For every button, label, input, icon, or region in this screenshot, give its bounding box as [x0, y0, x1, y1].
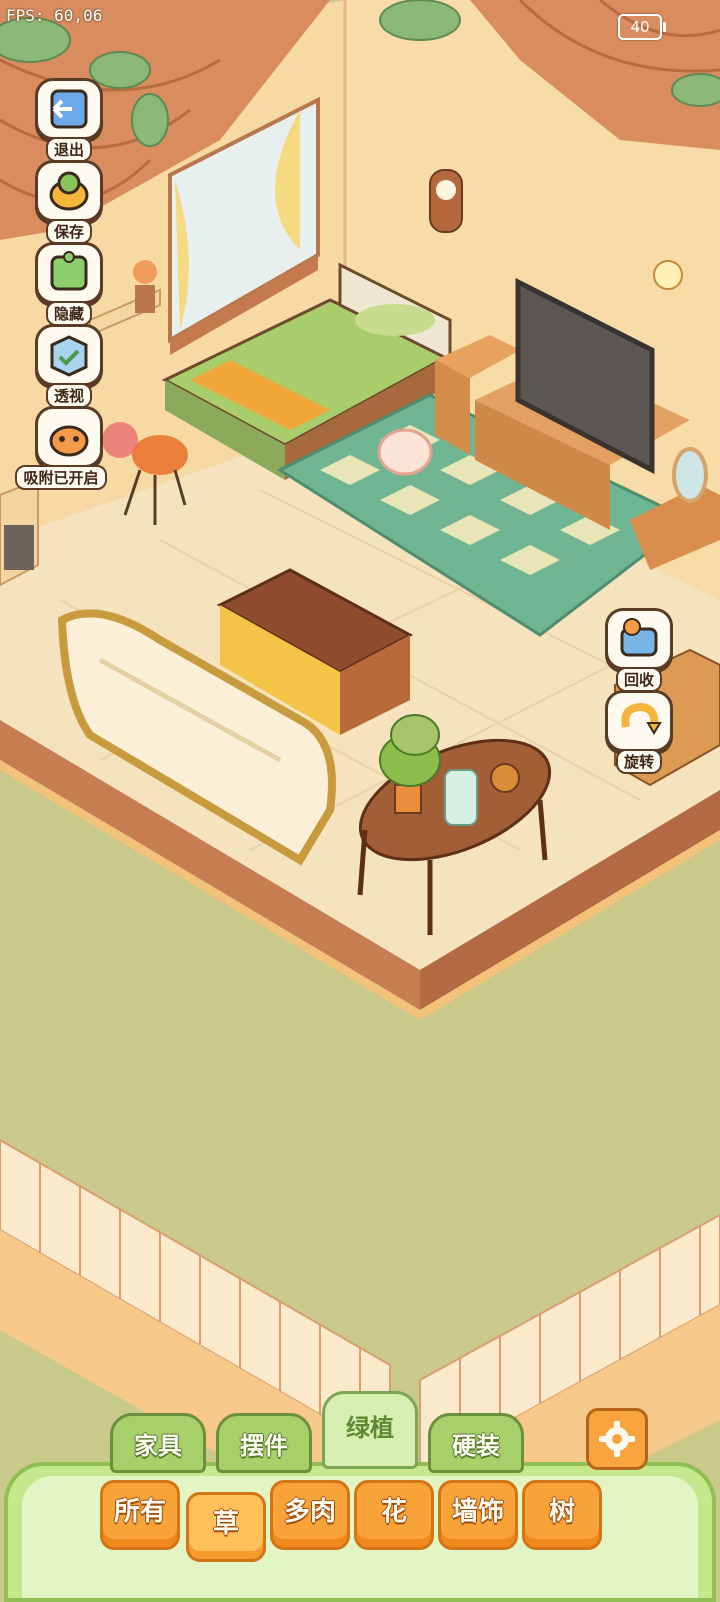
tab-greenery[interactable]: 绿植 — [322, 1391, 418, 1469]
recycle-icon — [605, 608, 673, 670]
tab-hardfit[interactable]: 硬装 — [428, 1413, 524, 1473]
category-succulent[interactable]: 多肉 — [270, 1480, 350, 1550]
gear-icon — [599, 1421, 635, 1457]
perspective-label: 透视 — [45, 383, 92, 408]
category-grass[interactable]: 草 — [186, 1492, 266, 1562]
rotate-icon — [605, 690, 673, 752]
fps-counter: FPS: 60,06 — [6, 6, 103, 25]
exit-button[interactable]: 退出 — [30, 78, 108, 162]
hide-label: 隐藏 — [45, 301, 92, 326]
perspective-cube-icon — [35, 324, 103, 386]
rotate-label: 旋转 — [615, 749, 662, 774]
snap-toggle[interactable]: 吸附已开启 — [15, 406, 108, 490]
save-label: 保存 — [45, 219, 92, 244]
battery-indicator: 40 — [618, 14, 666, 40]
hide-button[interactable]: 隐藏 — [30, 242, 108, 326]
category-wall-decor[interactable]: 墙饰 — [438, 1480, 518, 1550]
settings-button[interactable] — [586, 1408, 648, 1470]
exit-door-icon — [35, 78, 103, 140]
hide-puzzle-icon — [35, 242, 103, 304]
recycle-label: 回收 — [615, 667, 662, 692]
tab-furniture[interactable]: 家具 — [110, 1413, 206, 1473]
room-scene[interactable] — [0, 0, 720, 1593]
category-tabs: 家具 摆件 绿植 硬装 — [110, 1391, 530, 1475]
category-tree[interactable]: 树 — [522, 1480, 602, 1550]
snap-fox-icon — [35, 406, 103, 468]
perspective-button[interactable]: 透视 — [30, 324, 108, 408]
exit-label: 退出 — [45, 137, 92, 162]
save-button[interactable]: 保存 — [30, 160, 108, 244]
category-flower[interactable]: 花 — [354, 1480, 434, 1550]
category-all[interactable]: 所有 — [100, 1480, 180, 1550]
snap-label: 吸附已开启 — [15, 465, 107, 490]
recycle-button[interactable]: 回收 — [600, 608, 678, 692]
rotate-button[interactable]: 旋转 — [600, 690, 678, 774]
save-duck-icon — [35, 160, 103, 222]
tab-ornaments[interactable]: 摆件 — [216, 1413, 312, 1473]
